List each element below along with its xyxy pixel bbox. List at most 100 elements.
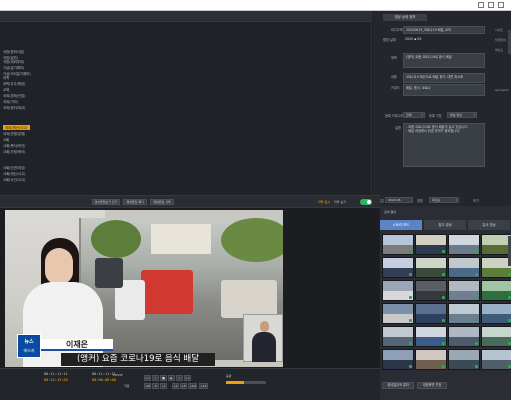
memo-field[interactable]: - 요즘 코로나19로 음식 배달이 늘고 있습니다. - 배달 과정에서 위생… bbox=[403, 123, 485, 167]
anchor-name-bar: 이재은 bbox=[41, 339, 113, 351]
filter-select-type[interactable]: 방송 영상 ▾ bbox=[447, 112, 477, 118]
forward-fast-button[interactable]: >> bbox=[184, 375, 191, 381]
discard-edit-button[interactable]: 재생편집 폐기 bbox=[123, 199, 147, 205]
thumbnail-item[interactable] bbox=[448, 257, 480, 278]
tree-item[interactable]: 사회(사건/사고) bbox=[3, 177, 26, 182]
filter-select-category[interactable]: 전체 ▾ bbox=[403, 112, 425, 118]
thumbnail-item[interactable] bbox=[382, 303, 414, 324]
status-icon bbox=[475, 319, 478, 322]
stop-button[interactable]: ■ bbox=[160, 375, 167, 381]
tree-item[interactable]: 국방(재외부대) bbox=[3, 59, 24, 64]
thumbnail-item[interactable] bbox=[382, 257, 414, 278]
tree-item[interactable]: 국외(정치/외교) bbox=[3, 105, 26, 110]
thumbnail-item[interactable] bbox=[382, 234, 414, 255]
thumbnail-item[interactable] bbox=[448, 326, 480, 347]
sort-select[interactable]: 최신순 ▾ bbox=[429, 197, 459, 203]
thumbnail-image-bottom bbox=[482, 337, 511, 346]
thumbnail-item[interactable] bbox=[415, 234, 447, 255]
rewind-button[interactable]: < bbox=[152, 375, 159, 381]
tree-item[interactable]: 사회 bbox=[3, 137, 9, 142]
thumbnail-image-top bbox=[416, 281, 446, 292]
tree-item[interactable]: 기상(일기예보) bbox=[3, 65, 24, 70]
thumbnail-grid bbox=[382, 234, 511, 374]
thumbnail-item[interactable] bbox=[448, 280, 480, 301]
chevron-down-icon: ▾ bbox=[455, 198, 457, 202]
shot-date-value: 2020 ▪ 06 bbox=[405, 37, 422, 41]
thumbnail-item[interactable] bbox=[481, 280, 511, 301]
channel-logo-line2: 에스지 bbox=[23, 348, 35, 353]
clip-name-field[interactable]: 20200619_코로나19 배달_요리 bbox=[403, 26, 485, 34]
tree-shape bbox=[221, 218, 283, 262]
thumbnail-item[interactable] bbox=[448, 234, 480, 255]
volume-slider[interactable] bbox=[226, 381, 266, 384]
tree-item[interactable]: 과학(우주/항공) bbox=[3, 81, 26, 86]
status-icon bbox=[475, 250, 478, 253]
tree-item[interactable]: 교육 bbox=[3, 87, 9, 92]
set-representative-button[interactable]: 대표화면 지정 bbox=[417, 382, 447, 389]
thumbnail-image-top bbox=[383, 235, 413, 246]
tree-item[interactable]: 국외(재난/사고) bbox=[3, 125, 30, 130]
step-fwd-15-button[interactable]: +15 bbox=[199, 383, 208, 389]
thumbnail-item[interactable] bbox=[415, 326, 447, 347]
keyword-label: 키워드 bbox=[391, 86, 400, 90]
tree-item[interactable]: 사회(재난/사고) bbox=[3, 171, 26, 176]
step-back-1-button[interactable]: -1 bbox=[160, 383, 167, 389]
close-icon[interactable] bbox=[498, 2, 504, 8]
thumbnail-item[interactable] bbox=[481, 349, 511, 370]
rewind-fast-button[interactable]: << bbox=[144, 375, 151, 381]
thumbnail-item[interactable] bbox=[448, 303, 480, 324]
tab-similar[interactable]: 유사 영상 bbox=[468, 220, 510, 230]
thumbnail-item[interactable] bbox=[481, 234, 511, 255]
thumbnail-item[interactable] bbox=[448, 349, 480, 370]
tree-item[interactable]: 국외(전쟁/분쟁) bbox=[3, 131, 26, 136]
close-clip-view-button[interactable]: 영상클립보기 닫기 bbox=[92, 199, 120, 205]
save-button[interactable]: 저장 bbox=[124, 384, 130, 388]
tree-item[interactable]: 국방(방위사업) bbox=[3, 49, 24, 54]
step-fwd-10-button[interactable]: +10 bbox=[188, 383, 197, 389]
app-titlebar bbox=[0, 0, 511, 11]
thumbnail-item[interactable] bbox=[415, 257, 447, 278]
status-icon bbox=[442, 273, 445, 276]
video-caption: (앵커) 요즘 코로나19로 음식 배달 bbox=[61, 353, 215, 366]
subtitle-toggle[interactable] bbox=[360, 199, 372, 205]
thumbnail-item[interactable] bbox=[481, 257, 511, 278]
tab-storyboard[interactable]: 스토리 보드 bbox=[380, 220, 422, 230]
delete-edit-button[interactable]: 재생편집 삭제 bbox=[150, 199, 174, 205]
status-icon bbox=[475, 273, 478, 276]
tab-reference[interactable]: 참고 영상 bbox=[424, 220, 466, 230]
tree-item[interactable]: 사회(복지/보건) bbox=[3, 143, 26, 148]
tree-item[interactable]: 과학 bbox=[3, 75, 9, 80]
thumbnail-item[interactable] bbox=[481, 326, 511, 347]
step-fwd-1-button[interactable]: +1 bbox=[172, 383, 179, 389]
status-icon bbox=[475, 365, 478, 368]
thumbnail-item[interactable] bbox=[382, 326, 414, 347]
video-frame[interactable]: 뉴스 에스지 이재은 (앵커) 요즘 코로나19로 음식 배달 bbox=[5, 210, 283, 367]
step-back-5-button[interactable]: -5 bbox=[152, 383, 159, 389]
thumbnail-item[interactable] bbox=[382, 280, 414, 301]
tree-item[interactable]: 사회(인권/여성) bbox=[3, 165, 26, 170]
thumbnail-item[interactable] bbox=[415, 280, 447, 301]
category-tree-panel: 국방(방위사업) 국방(일반) 국방(재외부대) 기상(일기예보) 기상(국외일기예보)… bbox=[0, 11, 372, 195]
content-field[interactable]: 코로나19 확산으로 배달 증가, 대면 최소화 bbox=[403, 73, 485, 83]
minimize-icon[interactable] bbox=[478, 2, 484, 8]
title-field[interactable]: [앵커] 요즘 코로나19로 음식 배달 bbox=[403, 53, 485, 68]
thumbnail-image-top bbox=[383, 350, 413, 361]
title-label: 제목 bbox=[391, 56, 397, 60]
forward-button[interactable]: > bbox=[176, 375, 183, 381]
thumbnail-search-result-button[interactable]: 썸네일검색 결과 bbox=[382, 382, 414, 389]
date-select[interactable]: 2020-06 bbox=[385, 197, 413, 203]
play-button[interactable]: ▶ bbox=[168, 375, 175, 381]
keyword-field[interactable]: 배달, 음식, 코로나 bbox=[403, 84, 485, 96]
maximize-icon[interactable] bbox=[488, 2, 494, 8]
step-back-10-button[interactable]: -10 bbox=[144, 383, 151, 389]
tree-item[interactable]: 사회(가정/육아) bbox=[3, 149, 26, 154]
thumbnail-item[interactable] bbox=[481, 303, 511, 324]
status-icon bbox=[442, 296, 445, 299]
side-label-extra: Georgian bbox=[495, 88, 509, 92]
thumbnail-item[interactable] bbox=[415, 349, 447, 370]
tree-item[interactable]: 국외(기타) bbox=[3, 99, 18, 104]
tree-item[interactable]: 국외(경제/산업) bbox=[3, 93, 26, 98]
thumbnail-item[interactable] bbox=[415, 303, 447, 324]
thumbnail-item[interactable] bbox=[382, 349, 414, 370]
step-fwd-5-button[interactable]: +5 bbox=[180, 383, 187, 389]
